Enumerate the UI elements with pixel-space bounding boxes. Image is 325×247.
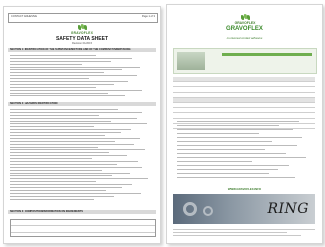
sds-header-left: CONTACT ADHESIVE <box>11 15 37 18</box>
leaf-icon <box>240 14 250 21</box>
product-tagline: A universal contact adhesive <box>226 36 263 40</box>
ring-banner-image: RING <box>173 194 315 224</box>
product-image-strip <box>173 48 317 74</box>
gravoflex-logo: GRAVOFLEX <box>227 14 263 25</box>
logo-brand-text: GRAVOFLEX <box>234 21 256 25</box>
section-heading-1: SECTION 1: IDENTIFICATION OF THE SUBSTAN… <box>8 48 156 52</box>
ring-icon <box>183 202 197 216</box>
ingredients-table <box>10 219 156 237</box>
banner-word: RING <box>267 201 309 217</box>
ring-icon <box>203 206 213 216</box>
logo-brand-text: GRAVOFLEX <box>70 31 94 35</box>
section-1-text <box>10 55 154 98</box>
section-2-text <box>10 109 154 202</box>
flyer-footnote <box>173 229 315 239</box>
sds-header-right: Page 1 of 3 <box>141 15 155 18</box>
sds-footer <box>4 237 160 239</box>
safety-data-sheet-page: CONTACT ADHESIVE Page 1 of 3 GRAVOFLEX S… <box>3 6 161 244</box>
section-heading-3: SECTION 3: COMPOSITION/INFORMATION ON IN… <box>8 210 156 214</box>
feature-bullets <box>177 121 313 181</box>
leaf-icon <box>77 24 87 31</box>
gravoflex-logo: GRAVOFLEX <box>70 24 94 35</box>
website-link[interactable]: WWW.GRAVOFLEX.INFO <box>167 187 322 191</box>
product-photo <box>177 52 205 70</box>
product-title: GRAVOFLEX <box>226 26 263 32</box>
sds-header: CONTACT ADHESIVE Page 1 of 3 <box>8 13 158 23</box>
sds-subtitle: Revision 01/2015 <box>71 42 93 45</box>
highlight-bar <box>222 53 312 56</box>
section-heading-2: SECTION 2: HAZARDS IDENTIFICATION <box>8 102 156 106</box>
product-flyer-page: GRAVOFLEX GRAVOFLEX A universal contact … <box>166 4 323 244</box>
